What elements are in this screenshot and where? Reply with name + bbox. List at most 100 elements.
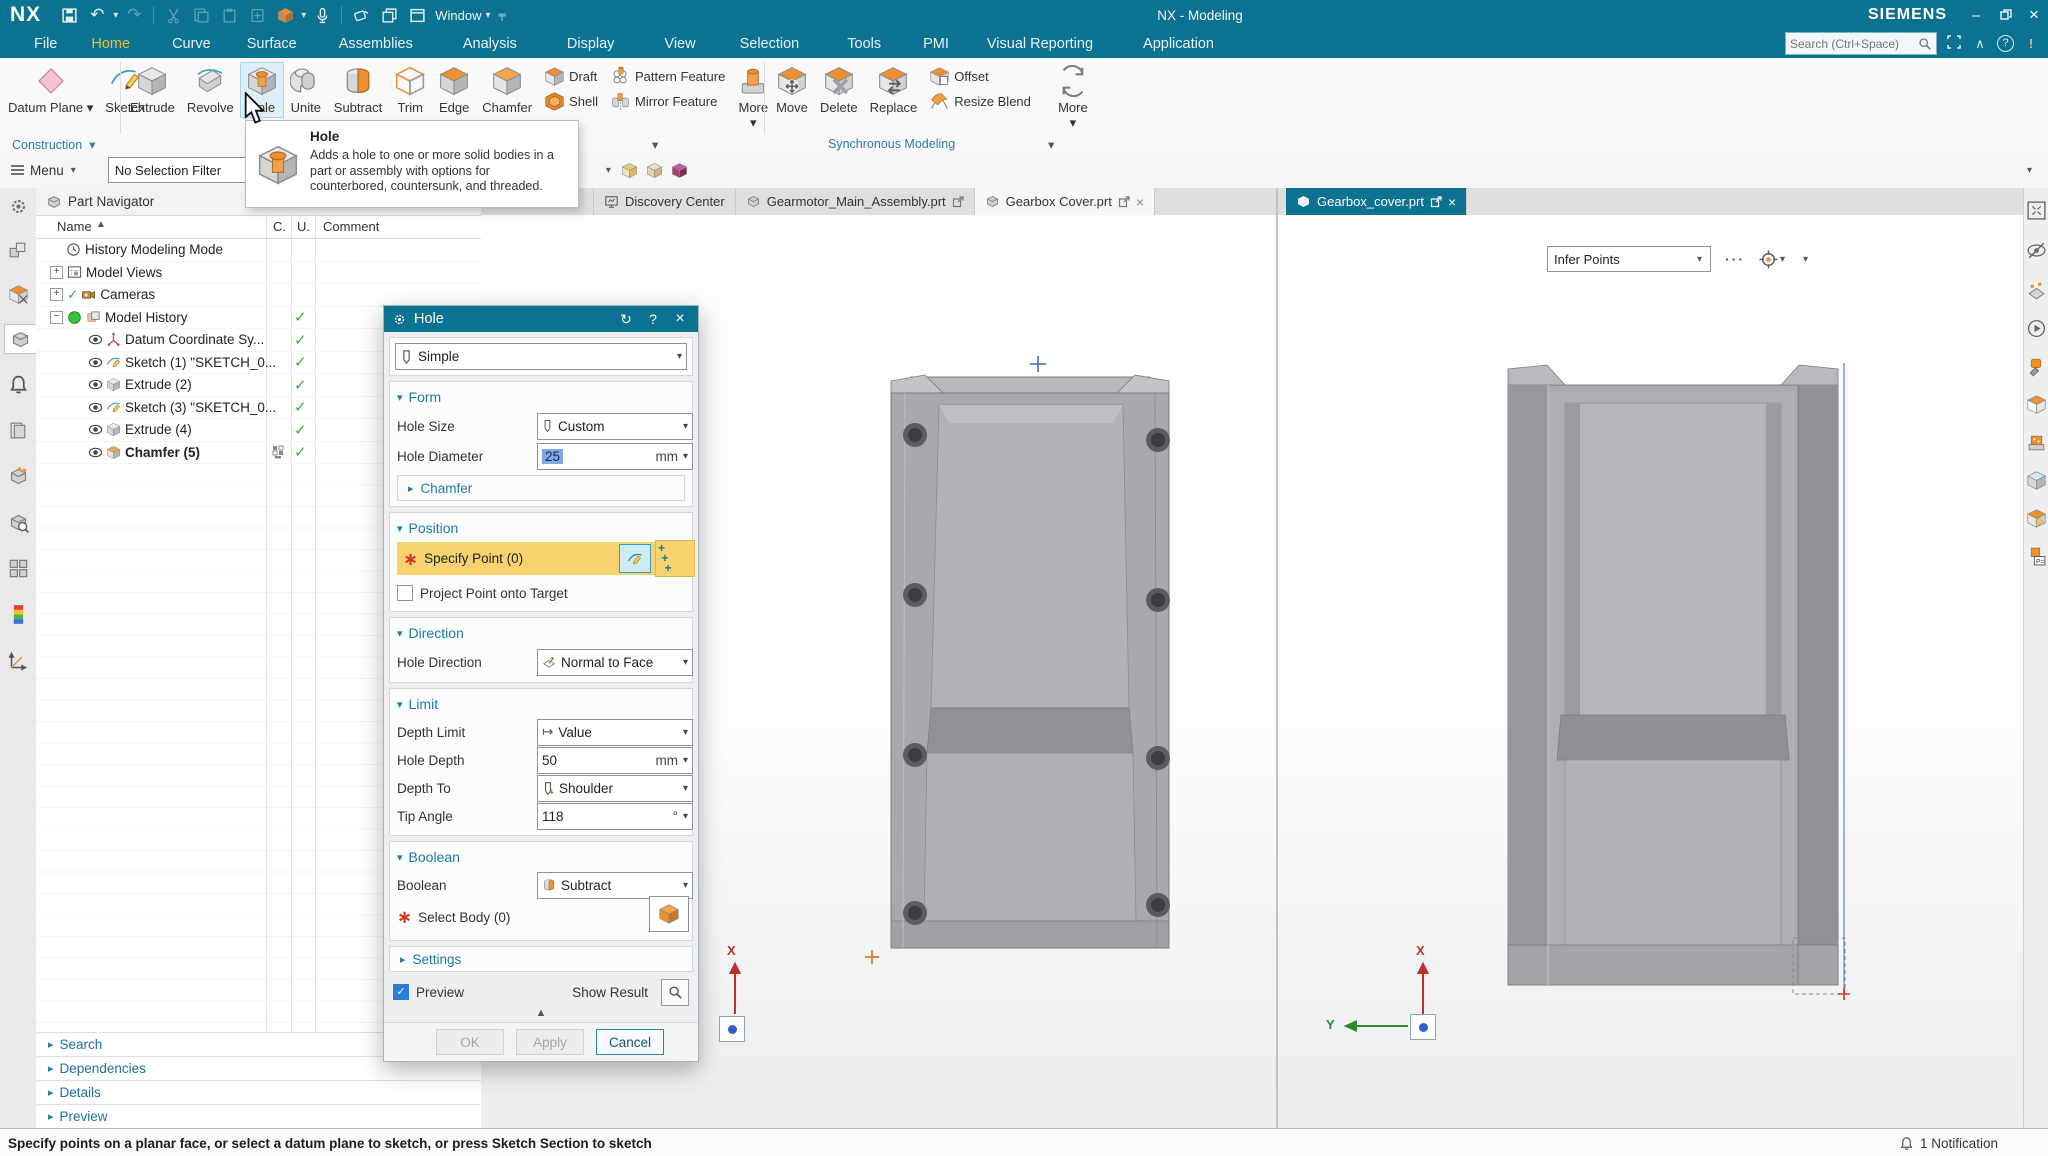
visibility-eye-icon[interactable] [88,355,103,370]
offset-region-button[interactable]: Offset [929,66,1031,87]
window-menu-dropdown[interactable]: ▾ [486,10,491,21]
save-button[interactable] [58,4,80,26]
position-section-header[interactable]: ▾Position [397,520,685,536]
specify-point-row[interactable]: ∗ Specify Point (0) + + + [397,542,685,575]
toolbar2-right-overflow[interactable]: ▾ [2027,165,2032,176]
mirror-feature-button[interactable]: Mirror Feature [610,91,725,112]
reuse-library-icon[interactable] [4,416,32,444]
menu-home[interactable]: Home [81,27,140,61]
minimize-ribbon-icon[interactable]: ∧ [1971,36,1989,52]
navigator-column-header[interactable]: Name ▲ C. U. Comment [36,216,481,239]
project-point-checkbox[interactable] [397,585,413,601]
subtract-button[interactable]: Subtract [328,62,388,118]
point-dialog-dropdown[interactable]: ▾ [1780,254,1785,265]
tree-row-cameras[interactable]: + ✓ Cameras [36,284,481,307]
undo-dropdown[interactable]: ▾ [113,10,118,21]
boolean-dropdown[interactable]: Subtract ▾ [537,872,693,899]
menu-file[interactable]: File [24,30,67,58]
hole-type-dropdown[interactable]: Simple ▾ [395,343,687,370]
direction-section-header[interactable]: ▾Direction [397,625,685,641]
project-point-row[interactable]: Project Point onto Target [397,580,685,606]
assembly-navigator-icon[interactable] [4,236,32,264]
apply-button[interactable]: Apply [516,1029,584,1055]
ok-button[interactable]: OK [436,1029,504,1055]
section-details[interactable]: ▸Details [36,1080,481,1104]
column-c[interactable]: C. [273,219,286,234]
tab-close-icon[interactable]: × [1136,194,1144,210]
toolbar-overflow-caret[interactable]: ▾ [606,165,611,176]
column-comment[interactable]: Comment [323,219,379,234]
menu-view[interactable]: View [654,30,705,58]
show-result-button[interactable] [661,979,689,1006]
play-animation-icon[interactable] [2026,318,2047,339]
snap-point-dropdown[interactable]: Infer Points ▾ [1547,246,1711,272]
hole-direction-dropdown[interactable]: Normal to Face ▾ [537,649,693,676]
cascade-windows-icon[interactable] [378,4,400,26]
sort-ascending-icon[interactable]: ▲ [96,219,106,230]
pattern-feature-button[interactable]: Pattern Feature [610,66,725,87]
command-cube-dropdown[interactable]: ▾ [301,10,306,21]
hole-depth-value[interactable]: 50 [542,753,557,768]
help-icon[interactable]: ? [1997,35,2014,52]
fullscreen-icon[interactable] [1945,35,1963,52]
visibility-eye-icon[interactable] [88,445,103,460]
move-face-button[interactable]: Move [770,62,814,118]
dialog-reset-icon[interactable]: ↻ [616,311,636,328]
fit-view-icon[interactable] [2026,200,2047,221]
limit-section-header[interactable]: ▾Limit [397,696,685,712]
constraint-navigator-icon[interactable] [4,280,32,308]
menu-button[interactable]: Menu ▾ [10,163,78,178]
delete-face-button[interactable]: Delete [814,62,864,118]
tab-gearmotor-assembly[interactable]: Gearmotor_Main_Assembly.prt [736,188,975,215]
hole-depth-input[interactable]: 50 mm ▾ [537,747,693,774]
dialog-help-icon[interactable]: ? [643,311,663,327]
more-options-icon[interactable]: ··· [1725,251,1745,267]
tab-discovery-center[interactable]: Discovery Center [594,188,736,215]
wcs-x-axis-arrow[interactable] [727,960,743,1016]
resize-blend-button[interactable]: Resize Blend [929,91,1031,112]
hole-dialog-titlebar[interactable]: Hole ↻ ? × [384,306,698,332]
feature-spark-icon[interactable] [2026,508,2047,529]
synchronous-more-button[interactable]: More▾ [1051,62,1095,133]
show-hide-icon[interactable] [2026,240,2047,261]
pattern-grid-icon[interactable] [4,554,32,582]
minimize-button[interactable]: – [1962,0,1990,30]
hole-diameter-input[interactable]: 25 mm ▾ [537,443,693,470]
tab-close-icon[interactable]: × [1448,194,1456,210]
menu-analysis[interactable]: Analysis [453,30,527,58]
select-body-button[interactable] [649,896,689,932]
gearbox-cover-model[interactable] [861,363,1191,978]
gearbox-cover-model-front[interactable] [1493,355,1853,1005]
extrude-button[interactable]: Extrude [124,62,181,118]
sketch-section-button[interactable] [619,544,651,573]
replace-face-button[interactable]: Replace [864,62,924,118]
paste-special-icon[interactable] [246,4,268,26]
search-input[interactable] [1786,37,1918,51]
visibility-eye-icon[interactable] [88,332,103,347]
tab-gearbox-cover-right[interactable]: Gearbox_cover.prt × [1286,188,1467,215]
wcs-origin-handle[interactable] [719,1016,745,1042]
dialog-collapse-arrow[interactable]: ▲ [384,1007,698,1022]
expand-icon[interactable]: + [50,266,63,279]
menu-surface[interactable]: Surface [237,30,307,58]
shell-button[interactable]: Shell [544,91,598,112]
touch-mode-icon[interactable] [350,4,372,26]
menu-curve[interactable]: Curve [162,30,221,58]
wcs-y-axis-arrow[interactable] [1342,1018,1410,1034]
redo-button[interactable]: ↷ [123,4,145,26]
wcs-x-axis-arrow[interactable] [1415,960,1431,1016]
hole-diameter-value[interactable]: 25 [542,449,563,464]
menu-tools[interactable]: Tools [837,30,891,58]
edge-blend-button[interactable]: Edge [432,62,476,118]
tip-angle-input[interactable]: 118 ° ▾ [537,803,693,830]
command-cube-icon[interactable] [274,4,296,26]
show-hide-body-icon[interactable] [621,162,638,179]
feature-group-dropdown[interactable]: ▾ [652,137,658,152]
expression-icon[interactable]: P= [2026,546,2047,567]
column-u[interactable]: U. [297,219,310,234]
point-dialog-icon[interactable] [1759,250,1778,269]
preview-checkbox[interactable]: ✓ [393,984,409,1000]
snapbar-overflow[interactable]: ▾ [1803,254,1808,265]
popout-icon[interactable] [952,196,964,208]
microphone-icon[interactable] [311,4,333,26]
